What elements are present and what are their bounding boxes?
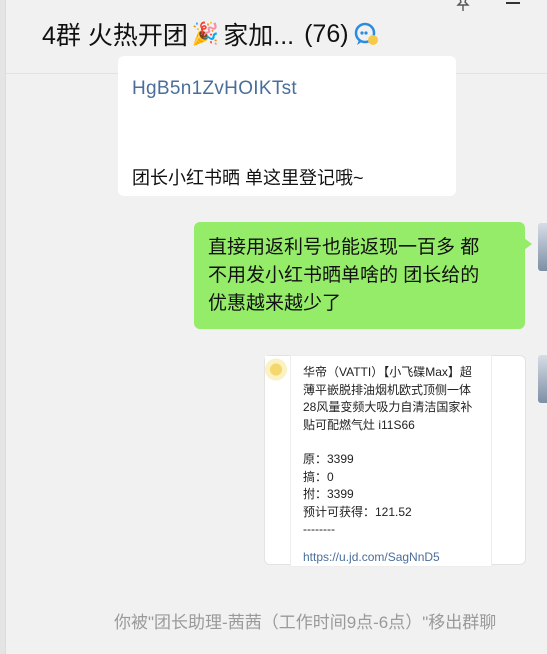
- product-link[interactable]: https://u.jd.com/SagNnD5: [303, 549, 508, 567]
- group-chat-icon: [354, 22, 378, 45]
- chat-title[interactable]: 4群 火热开团 🎉 家加... (76): [42, 16, 381, 52]
- product-title-line: 薄平嵌脱排油烟机欧式顶侧一体: [303, 382, 472, 397]
- price-final: 拊：3399: [303, 487, 354, 501]
- pin-icon[interactable]: [454, 0, 472, 12]
- product-message-card[interactable]: 华帝（VATTI）【小飞碟Max】超 薄平嵌脱排油烟机欧式顶侧一体 28风量变频…: [264, 355, 526, 566]
- sent-message-line: 不用发小红书晒单啥的 团长给的: [208, 265, 480, 286]
- separator-text: --------: [303, 522, 335, 536]
- sent-message-bubble[interactable]: 直接用返利号也能返现一百多 都 不用发小红书晒单啥的 团长给的 优惠越来越少了: [194, 222, 532, 329]
- message-link[interactable]: HgB5n1ZvHOIKTst: [132, 78, 297, 100]
- product-title-line: 华帝（VATTI）【小飞碟Max】超: [303, 365, 472, 379]
- price-discount: 搞：0: [303, 469, 334, 484]
- member-count: (76): [304, 19, 349, 48]
- group-name-prefix: 4群 火热开团: [42, 22, 188, 50]
- message-card[interactable]: HgB5n1ZvHOIKTst 团长小红书晒 单这里登记哦~: [118, 56, 456, 196]
- product-thumbnail[interactable]: [265, 356, 287, 386]
- left-panel-edge: [0, 0, 6, 654]
- minimize-icon[interactable]: [506, 2, 520, 4]
- estimated-earnings: 预计可获得：121.52: [303, 504, 412, 519]
- product-title-line: 28风量变频大吸力自清洁国家补: [303, 400, 473, 414]
- product-text: 华帝（VATTI）【小飞碟Max】超 薄平嵌脱排油烟机欧式顶侧一体 28风量变频…: [303, 364, 508, 566]
- product-title-line: 贴可配燃气灶 i11S66: [303, 417, 415, 432]
- system-notice: 你被"团长助理-茜茜（工作时间9点-6点）"移出群聊: [114, 613, 497, 632]
- avatar[interactable]: [538, 223, 547, 271]
- price-original: 原：3399: [303, 452, 354, 466]
- group-name-suffix: 家加...: [223, 22, 295, 50]
- sent-message-line: 优惠越来越少了: [208, 293, 342, 314]
- avatar[interactable]: [538, 355, 547, 403]
- party-popper-icon: 🎉: [191, 21, 220, 46]
- sent-message-line: 直接用返利号也能返现一百多 都: [208, 237, 480, 258]
- message-note: 团长小红书晒 单这里登记哦~: [132, 168, 364, 188]
